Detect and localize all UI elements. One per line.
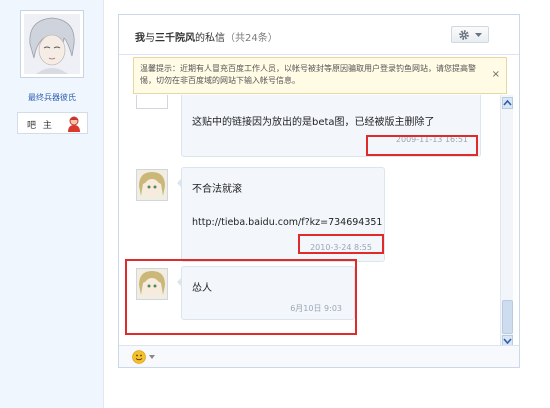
gear-icon	[459, 30, 469, 40]
message-list[interactable]: 这贴中的链接因为放出的是beta图，已经被版主删除了 2009-11-13 16…	[119, 95, 505, 347]
bubble-arrow	[177, 178, 182, 188]
message-text: 这贴中的链接因为放出的是beta图，已经被版主删除了	[192, 117, 435, 128]
warning-notice: 温馨提示：近期有人冒充百度工作人员，以帐号被封等原因骗取用户登录钓鱼网站，请您提…	[133, 57, 507, 94]
message-avatar[interactable]	[136, 95, 168, 109]
highlight-box	[125, 259, 357, 335]
smiley-icon[interactable]	[132, 350, 146, 364]
highlight-box	[366, 135, 478, 156]
message-scrollbar[interactable]	[500, 95, 513, 357]
scroll-thumb[interactable]	[502, 300, 513, 334]
conversation-title: 我与三千院风的私信（共24条）	[135, 29, 278, 44]
title-other-user[interactable]: 三千院风	[155, 33, 195, 44]
profile-sidebar: 最终兵器彼氏 吧 主	[0, 0, 104, 408]
panel-header: 我与三千院风的私信（共24条）	[119, 15, 519, 55]
chevron-down-icon	[475, 33, 482, 37]
profile-username[interactable]: 最终兵器彼氏	[0, 92, 104, 103]
settings-dropdown-button[interactable]	[451, 26, 489, 43]
avatar-image-icon	[24, 14, 80, 74]
title-me: 我	[135, 33, 145, 44]
scroll-up-button[interactable]	[502, 97, 513, 109]
notice-text: 温馨提示：近期有人冒充百度工作人员，以帐号被封等原因骗取用户登录钓鱼网站，请您提…	[140, 64, 476, 85]
message-avatar[interactable]	[136, 169, 168, 201]
profile-avatar[interactable]	[20, 10, 84, 78]
owner-label: 吧 主	[27, 121, 54, 131]
message-link[interactable]: http://tieba.baidu.com/f?kz=734694351	[192, 217, 382, 228]
message-text: 不合法就滚	[192, 184, 242, 195]
highlight-box	[298, 234, 384, 254]
title-with: 与	[145, 33, 155, 44]
avatar-image-icon	[137, 170, 167, 200]
title-suffix: 的私信	[195, 33, 225, 44]
chevron-up-icon	[503, 99, 512, 106]
chevron-down-icon[interactable]	[149, 355, 155, 360]
message-count: （共24条）	[225, 33, 278, 44]
notice-close-button[interactable]: ×	[492, 69, 500, 80]
panel-footer	[119, 345, 519, 367]
owner-badge: 吧 主	[17, 112, 88, 134]
message-panel: 我与三千院风的私信（共24条） 温馨提示：近期有人冒充百度工作人员，以帐号被封等…	[118, 14, 520, 368]
user-icon	[68, 116, 80, 132]
